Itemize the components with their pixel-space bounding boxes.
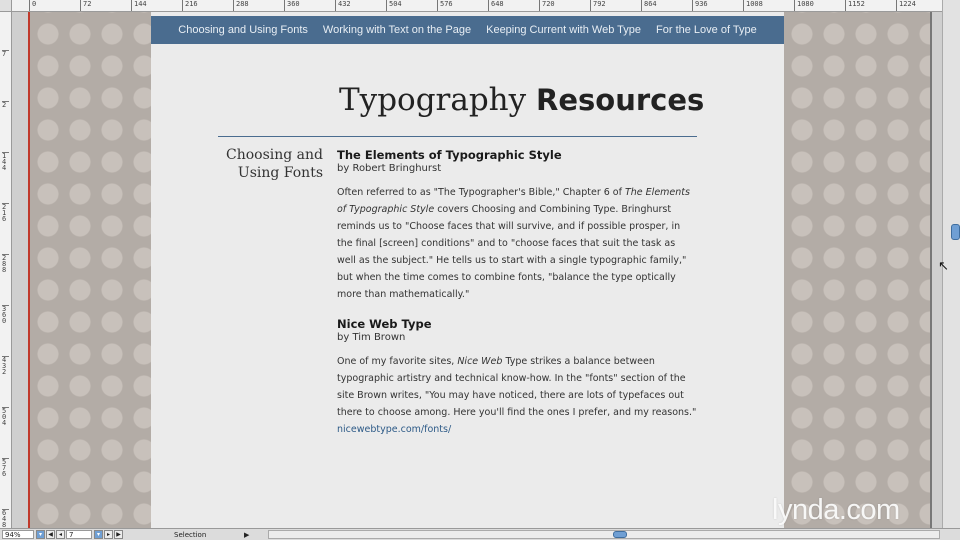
section-heading-line-1: Choosing and — [225, 147, 323, 163]
dot-pattern-left — [30, 12, 151, 528]
entry-title: Nice Web Type — [337, 317, 432, 331]
entry-title: The Elements of Typographic Style — [337, 148, 562, 162]
vertical-ruler[interactable]: 7 2 144 216 288 360 432 504 576 648 — [0, 12, 12, 528]
page-title-regular: Typography — [339, 82, 527, 118]
ruler-tick-label: 1152 — [845, 0, 865, 11]
ruler-tick-label: 936 — [692, 0, 708, 11]
ruler-tick-label: 432 — [2, 356, 9, 376]
mouse-cursor-icon: ↖ — [938, 259, 949, 274]
ruler-tick-label: 1080 — [794, 0, 814, 11]
ruler-tick-label: 1224 — [896, 0, 916, 11]
page-dropdown-icon[interactable]: ▾ — [94, 530, 103, 539]
last-page-icon[interactable]: ▶ — [114, 530, 123, 539]
ruler-tick-label: 792 — [590, 0, 606, 11]
first-page-icon[interactable]: ◀ — [46, 530, 55, 539]
page-title[interactable]: Typography Resources — [339, 82, 704, 118]
ruler-tick-label: 7 — [2, 50, 9, 58]
entry-link[interactable]: nicewebtype.com/fonts/ — [337, 421, 697, 438]
nav-item-love-of-type[interactable]: For the Love of Type — [656, 24, 757, 36]
tool-status-label: Selection — [174, 530, 207, 539]
entry-body-text: One of my favorite sites, — [337, 356, 458, 367]
section-heading-line-2: Using Fonts — [237, 165, 323, 181]
entry-author: by Robert Bringhurst — [337, 163, 442, 174]
section-heading[interactable]: Choosing and Using Fonts — [207, 146, 323, 182]
top-navigation: Choosing and Using Fonts Working with Te… — [151, 16, 784, 44]
page-title-bold: Resources — [536, 83, 705, 117]
entry-author: by Tim Brown — [337, 332, 406, 343]
page-edge-right — [930, 12, 932, 528]
previous-page-icon[interactable]: ◂ — [56, 530, 65, 539]
ruler-tick-label: 360 — [284, 0, 300, 11]
ruler-tick-label: 72 — [80, 0, 91, 11]
nav-item-keeping-current[interactable]: Keeping Current with Web Type — [486, 24, 641, 36]
ruler-tick-label: 720 — [539, 0, 555, 11]
ruler-tick-label: 288 — [233, 0, 249, 11]
ruler-tick-label: 144 — [2, 152, 9, 172]
title-divider — [218, 136, 697, 137]
zoom-field[interactable]: 94% — [2, 530, 34, 539]
ruler-tick-label: 216 — [2, 203, 9, 223]
ruler-tick-label: 1008 — [743, 0, 763, 11]
ruler-tick-label: 216 — [182, 0, 198, 11]
dot-pattern-right — [784, 12, 932, 528]
ruler-tick-label: 504 — [2, 407, 9, 427]
ruler-tick-label: 288 — [2, 254, 9, 274]
ruler-tick-label: 0 — [29, 0, 36, 11]
ruler-tick-label: 648 — [2, 509, 9, 528]
next-page-icon[interactable]: ▸ — [104, 530, 113, 539]
lynda-watermark: lynda.com — [772, 494, 900, 526]
ruler-tick-label: 648 — [488, 0, 504, 11]
horizontal-ruler[interactable]: 0 72 144 216 288 360 432 504 576 648 720 792 864 936 1… — [12, 0, 942, 12]
resource-entry-bringhurst[interactable]: The Elements of Typographic Style by Rob… — [337, 148, 697, 303]
ruler-tick-label: 504 — [386, 0, 402, 11]
entry-body: Often referred to as "The Typographer's … — [337, 184, 697, 303]
pasteboard: Choosing and Using Fonts Working with Te… — [12, 12, 942, 528]
page-number-field[interactable]: 7 — [66, 530, 92, 539]
entry-body-text: covers Choosing and Combining Type. Brin… — [337, 204, 687, 300]
ruler-tick-label: 864 — [641, 0, 657, 11]
ruler-tick-label: 576 — [437, 0, 453, 11]
entry-body-text: Often referred to as "The Typographer's … — [337, 187, 625, 198]
page-content-area: Choosing and Using Fonts Working with Te… — [151, 12, 784, 528]
ruler-tick-label: 360 — [2, 305, 9, 325]
horizontal-scrollbar[interactable] — [268, 530, 940, 539]
nav-item-working-with-text[interactable]: Working with Text on the Page — [323, 24, 471, 36]
ruler-tick-label: 576 — [2, 458, 9, 478]
status-menu-arrow-icon[interactable]: ▶ — [244, 531, 249, 539]
vertical-scroll-thumb[interactable] — [951, 224, 960, 240]
zoom-dropdown-icon[interactable]: ▾ — [36, 530, 45, 539]
ruler-tick-label: 144 — [131, 0, 147, 11]
ruler-corner — [0, 0, 12, 12]
nav-item-choosing-fonts[interactable]: Choosing and Using Fonts — [178, 24, 308, 36]
ruler-tick-label: 2 — [2, 101, 9, 109]
entry-body: One of my favorite sites, Nice Web Type … — [337, 353, 697, 421]
ruler-tick-label: 432 — [335, 0, 351, 11]
horizontal-scroll-thumb[interactable] — [613, 531, 627, 538]
entry-body-italic: Nice Web — [457, 356, 503, 367]
resource-entry-nice-web-type[interactable]: Nice Web Type by Tim Brown One of my fav… — [337, 317, 697, 438]
status-bar: 94% ▾ ◀ ◂ 7 ▾ ▸ ▶ Selection ▶ — [0, 528, 960, 540]
